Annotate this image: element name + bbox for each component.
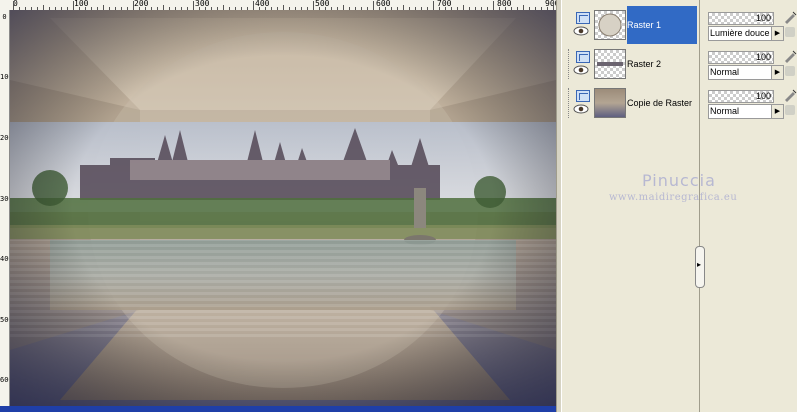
ruler-label: 100: [0, 73, 9, 81]
ruler-tick: [13, 1, 14, 10]
opacity-field[interactable]: 100: [708, 90, 774, 103]
ruler-label: 300: [0, 195, 9, 203]
ruler-tick: [493, 1, 494, 10]
layer-properties-copie-de-raster: 100 Normal ▶: [706, 82, 797, 120]
ruler-label: 200: [0, 134, 9, 142]
opacity-field[interactable]: 100: [708, 51, 774, 64]
edit-brush-icon[interactable]: [783, 10, 797, 24]
ruler-label: 500: [0, 316, 9, 324]
ruler-label: 0: [2, 13, 7, 21]
ruler-tick: [433, 1, 434, 10]
layer-properties-raster-1: 100 Lumière douce ▶: [706, 4, 797, 42]
layer-row-raster-1[interactable]: Raster 1: [562, 6, 698, 44]
ruler-tick: [313, 1, 314, 10]
visibility-eye-icon[interactable]: [573, 26, 589, 36]
layer-thumbnail: [594, 10, 626, 40]
ruler-label: 400: [255, 0, 270, 8]
opacity-value: 100: [755, 13, 771, 23]
layer-properties-raster-2: 100 Normal ▶: [706, 43, 797, 81]
ruler-tick: [373, 1, 374, 10]
raster-layer-icon: [576, 90, 590, 102]
ruler-tick: [553, 1, 554, 10]
layer-properties-panel: 100 Lumière douce ▶ 100 Normal ▶ 100 Nor…: [706, 0, 797, 412]
edit-brush-icon[interactable]: [783, 88, 797, 102]
castle-artwork: [10, 10, 556, 406]
raster-layer-icon: [576, 51, 590, 63]
ruler-tick: [73, 1, 74, 10]
arrow-right-icon: ▸: [697, 260, 702, 269]
opacity-value: 100: [755, 91, 771, 101]
layers-panel: Raster 1 Raster 2 Copie de Raster: [561, 0, 698, 412]
layer-row-raster-2[interactable]: Raster 2: [562, 45, 698, 83]
lock-icon[interactable]: [785, 27, 795, 37]
horizontal-scrollbar[interactable]: [0, 406, 556, 412]
dropdown-arrow-icon[interactable]: ▶: [771, 26, 784, 41]
ruler-tick: [193, 1, 194, 10]
raster-layer-icon: [576, 12, 590, 24]
vertical-ruler: 0 100 200 300 400 500 600: [0, 10, 10, 406]
dropdown-arrow-icon[interactable]: ▶: [771, 104, 784, 119]
visibility-eye-icon[interactable]: [573, 65, 589, 75]
ruler-tick: [253, 1, 254, 10]
layer-name: Copie de Raster: [627, 98, 693, 108]
ruler-label: 500: [315, 0, 330, 8]
layer-row-copie-de-raster[interactable]: Copie de Raster: [562, 84, 698, 122]
tree-line: [568, 88, 570, 118]
layer-thumbnail: [594, 88, 626, 118]
watermark-site: www.maidiregrafica.eu: [609, 192, 738, 203]
ruler-label: 300: [195, 0, 210, 8]
tree-line: [568, 49, 570, 79]
ruler-label: 400: [0, 255, 9, 263]
lock-icon[interactable]: [785, 66, 795, 76]
ruler-tick: [133, 1, 134, 10]
layer-name: Raster 2: [627, 59, 662, 69]
ruler-label: 600: [0, 376, 9, 384]
ruler-label: 200: [134, 0, 149, 8]
image-canvas[interactable]: [10, 10, 556, 406]
opacity-field[interactable]: 100: [708, 12, 774, 25]
dropdown-arrow-icon[interactable]: ▶: [771, 65, 784, 80]
blend-mode-select[interactable]: Normal: [708, 65, 773, 80]
collapse-handle[interactable]: ▸: [695, 246, 705, 288]
ruler-label: 100: [74, 0, 89, 8]
layer-thumbnail: [594, 49, 626, 79]
blend-mode-select[interactable]: Normal: [708, 104, 773, 119]
blend-mode-select[interactable]: Lumière douce: [708, 26, 773, 41]
watermark-title: Pinuccia: [642, 171, 716, 190]
layer-name: Raster 1: [627, 6, 697, 44]
lock-icon[interactable]: [785, 105, 795, 115]
opacity-value: 100: [755, 52, 771, 62]
visibility-eye-icon[interactable]: [573, 104, 589, 114]
edit-brush-icon[interactable]: [783, 49, 797, 63]
